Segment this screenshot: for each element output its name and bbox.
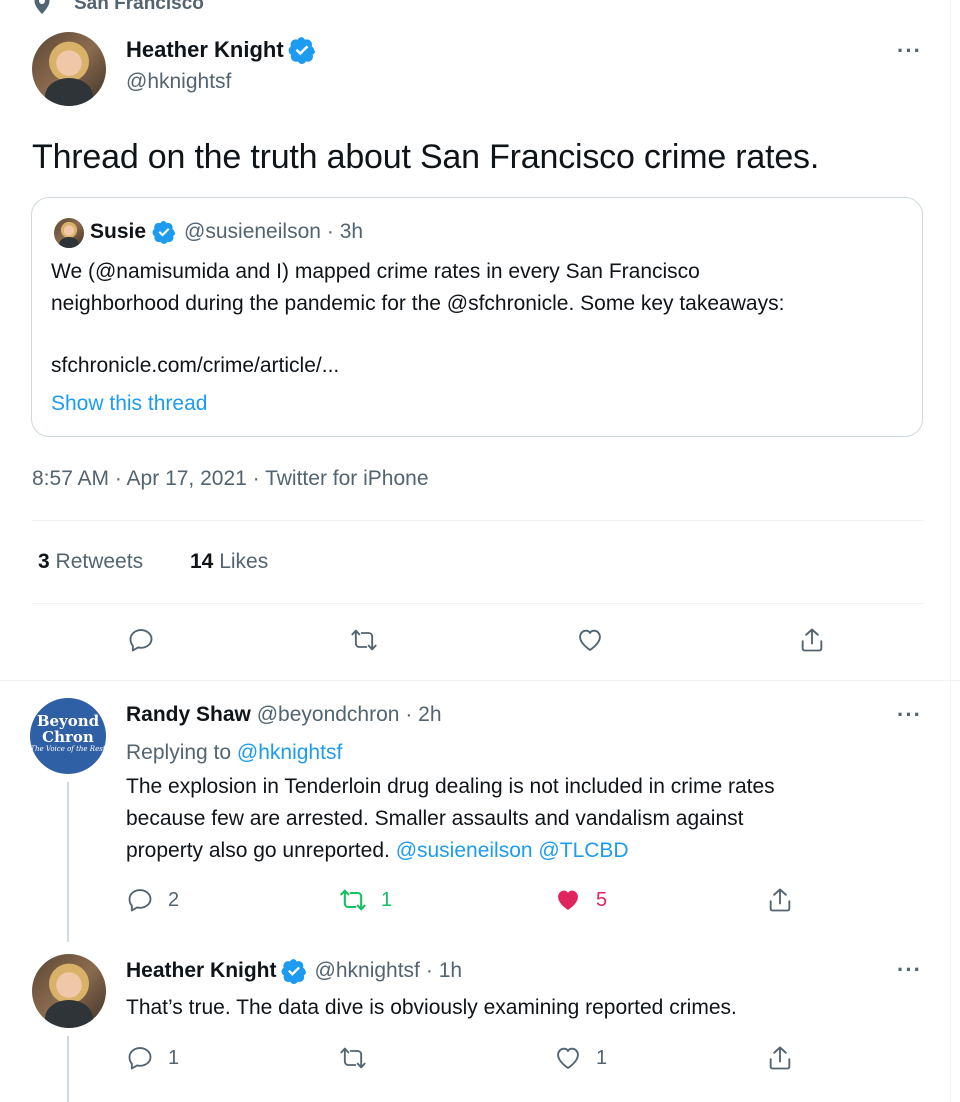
mention-susieneilson[interactable]: @susieneilson [396, 839, 533, 862]
share-icon [769, 888, 791, 912]
author-name-row[interactable]: Heather Knight [126, 36, 316, 64]
replying-to-handle[interactable]: @hknightsf [237, 741, 342, 764]
heart-icon [579, 629, 601, 651]
quoted-text-line-1: We (@namisumida and I) mapped crime rate… [51, 260, 700, 283]
retweet-count: 1 [381, 888, 393, 911]
verified-badge-icon [281, 959, 306, 984]
author-name[interactable]: Heather Knight [126, 37, 284, 63]
share-icon [769, 1046, 791, 1070]
retweets-stat[interactable]: 3 Retweets [38, 550, 143, 574]
retweet-button[interactable] [350, 626, 378, 654]
reply-button[interactable]: 1 [126, 1044, 179, 1072]
location-row: San Francisco [32, 0, 204, 16]
more-options-icon[interactable]: ··· [897, 959, 922, 981]
beyondchron-avatar[interactable]: Beyond Chron The Voice of the Rest [30, 698, 106, 774]
likes-label: Likes [219, 550, 269, 573]
replying-to: Replying to @hknightsf [126, 741, 342, 765]
reply-author-name[interactable]: Heather Knight [126, 959, 277, 983]
heart-icon [557, 1047, 579, 1069]
heart-filled-icon [558, 890, 578, 910]
quoted-link[interactable]: sfchronicle.com/crime/article/... [51, 354, 339, 378]
quoted-text-line-2: neighborhood during the pandemic for the… [51, 292, 785, 315]
retweet-icon [351, 629, 377, 651]
quoted-time: · 3h [326, 220, 364, 243]
reply-text-line-2: because few are arrested. Smaller assaul… [126, 807, 744, 830]
thread-connector [67, 782, 69, 942]
reply-author-handle[interactable]: @hknightsf [315, 959, 420, 983]
tweet-text: Thread on the truth about San Francisco … [32, 138, 820, 176]
reply-time[interactable]: · 2h [405, 703, 441, 726]
author-avatar[interactable] [32, 32, 106, 106]
quoted-tweet-card[interactable]: Susie @susieneilson · 3h We (@namisumida… [31, 197, 923, 437]
retweet-button[interactable]: 1 [339, 886, 392, 914]
likes-count: 14 [190, 550, 214, 573]
thread-connector [67, 1036, 69, 1102]
reply-icon [128, 889, 152, 912]
retweet-icon [340, 889, 366, 911]
divider [32, 603, 924, 604]
reply-text-line-3: property also go unreported. @susieneils… [126, 839, 629, 863]
reply-text-line-1: The explosion in Tenderloin drug dealing… [126, 775, 775, 798]
retweets-label: Retweets [55, 550, 144, 573]
share-button[interactable] [766, 886, 794, 914]
like-button[interactable]: 1 [554, 1044, 607, 1072]
reply-icon [129, 629, 153, 652]
avatar-logo-tagline: The Voice of the Rest [30, 745, 106, 753]
right-edge-divider [950, 0, 951, 1102]
retweets-count: 3 [38, 550, 50, 573]
more-options-icon[interactable]: ··· [897, 704, 922, 726]
likes-stat[interactable]: 14 Likes [190, 550, 268, 574]
divider [32, 520, 924, 521]
reply-text: That’s true. The data dive is obviously … [126, 996, 737, 1019]
verified-badge-icon [152, 221, 176, 244]
author-avatar[interactable] [32, 954, 106, 1028]
quoted-author-row: Susie @susieneilson · 3h [90, 220, 363, 244]
divider [0, 680, 960, 681]
retweet-icon [340, 1047, 366, 1069]
retweet-button[interactable] [339, 1044, 367, 1072]
like-button[interactable]: 5 [554, 886, 607, 914]
reply-author-row: Heather Knight @hknightsf · 1h [126, 958, 462, 984]
share-button[interactable] [766, 1044, 794, 1072]
avatar-logo-line-2: Chron [42, 728, 94, 746]
avatar-logo-line-1: Beyond [36, 712, 100, 730]
quoted-author-handle: @susieneilson [184, 220, 321, 243]
location-pin-icon [34, 0, 50, 14]
reply-icon [128, 1047, 152, 1070]
quoted-author-name: Susie [90, 220, 147, 243]
reply-button[interactable] [127, 626, 155, 654]
reply-count: 2 [168, 888, 180, 911]
like-count: 5 [596, 888, 608, 911]
reply-author-name[interactable]: Randy Shaw [126, 703, 251, 726]
tweet-meta: 8:57 AM · Apr 17, 2021 · Twitter for iPh… [32, 467, 429, 490]
reply-time[interactable]: · 1h [426, 959, 462, 983]
replying-to-label: Replying to [126, 741, 232, 764]
show-thread-link[interactable]: Show this thread [51, 392, 207, 416]
reply-author-row: Randy Shaw @beyondchron · 2h [126, 703, 442, 727]
reply-button[interactable]: 2 [126, 886, 179, 914]
quoted-author-avatar [54, 218, 84, 248]
mention-tlcbd[interactable]: @TLCBD [538, 839, 628, 862]
reply-count: 1 [168, 1046, 180, 1069]
location-label: San Francisco [74, 0, 204, 14]
more-options-icon[interactable]: ··· [897, 40, 922, 62]
like-button[interactable] [576, 626, 604, 654]
verified-badge-icon [288, 37, 315, 64]
share-icon [801, 628, 823, 652]
reply-text-line-3-body: property also go unreported. [126, 839, 390, 862]
like-count: 1 [596, 1046, 608, 1069]
reply-author-handle[interactable]: @beyondchron [257, 703, 400, 726]
share-button[interactable] [798, 626, 826, 654]
author-handle[interactable]: @hknightsf [126, 70, 231, 94]
